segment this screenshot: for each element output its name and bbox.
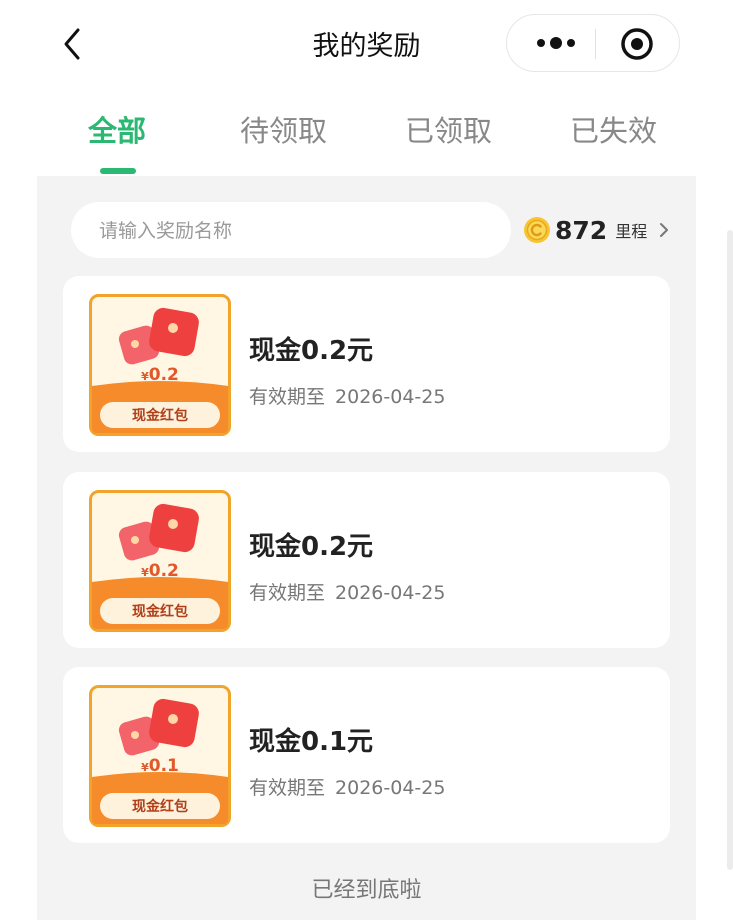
points-unit: 里程 [615, 222, 648, 241]
mileage-points[interactable]: 872 里程 [523, 208, 671, 252]
expiry-label: 有效期至 [249, 777, 326, 799]
chevron-right-icon [660, 223, 669, 237]
end-of-list-text: 已经到底啦 [311, 878, 422, 903]
reward-card[interactable]: ¥0.2 现金红包 现金0.2元 有效期至 2026-04-25 [63, 276, 670, 452]
svg-text:现金红包: 现金红包 [132, 798, 188, 815]
capsule-divider [595, 29, 596, 59]
reward-expiry: 有效期至 2026-04-25 [249, 382, 445, 409]
scrollbar[interactable] [727, 230, 733, 870]
tab-claimed[interactable]: 已领取 [405, 108, 492, 150]
expiry-date: 2026-04-25 [335, 582, 446, 604]
svg-text:现金红包: 现金红包 [132, 407, 188, 424]
reward-card[interactable]: ¥0.2 现金红包 现金0.2元 有效期至 2026-04-25 [63, 472, 670, 648]
tab-all[interactable]: 全部 [88, 108, 146, 150]
reward-expiry: 有效期至 2026-04-25 [249, 578, 445, 605]
tab-expired[interactable]: 已失效 [570, 108, 657, 150]
search-box [71, 202, 511, 260]
nav-bar: 我的奖励 [0, 0, 733, 88]
reward-list-panel: 872 里程 ¥0.2 现金红包 现金0.2元 有效期至 2026-04-25 [37, 176, 696, 920]
reward-tabs: 全部 待领取 已领取 已失效 [0, 100, 733, 180]
mini-program-capsule [506, 14, 680, 72]
red-envelope-coupon-icon: ¥0.2 现金红包 [89, 294, 231, 436]
active-tab-indicator [100, 168, 136, 174]
expiry-date: 2026-04-25 [335, 386, 446, 408]
expiry-date: 2026-04-25 [335, 777, 446, 799]
reward-expiry: 有效期至 2026-04-25 [249, 773, 445, 800]
red-envelope-coupon-icon: ¥0.1 现金红包 [89, 685, 231, 827]
expiry-label: 有效期至 [249, 582, 326, 604]
reward-title: 现金0.2元 [249, 532, 374, 562]
tab-pending[interactable]: 待领取 [240, 108, 327, 150]
svg-text:现金红包: 现金红包 [132, 603, 188, 620]
points-value: 872 [555, 215, 608, 245]
reward-title: 现金0.2元 [249, 336, 374, 366]
red-envelope-coupon-icon: ¥0.2 现金红包 [89, 490, 231, 632]
reward-card[interactable]: ¥0.1 现金红包 现金0.1元 有效期至 2026-04-25 [63, 667, 670, 843]
expiry-label: 有效期至 [249, 386, 326, 408]
reward-title: 现金0.1元 [249, 727, 374, 757]
more-dots-icon [537, 37, 575, 49]
search-input[interactable] [97, 202, 501, 260]
target-close-icon [621, 28, 653, 60]
more-button[interactable] [523, 23, 589, 63]
coin-icon [524, 217, 550, 243]
close-mini-program-button[interactable] [617, 25, 657, 63]
